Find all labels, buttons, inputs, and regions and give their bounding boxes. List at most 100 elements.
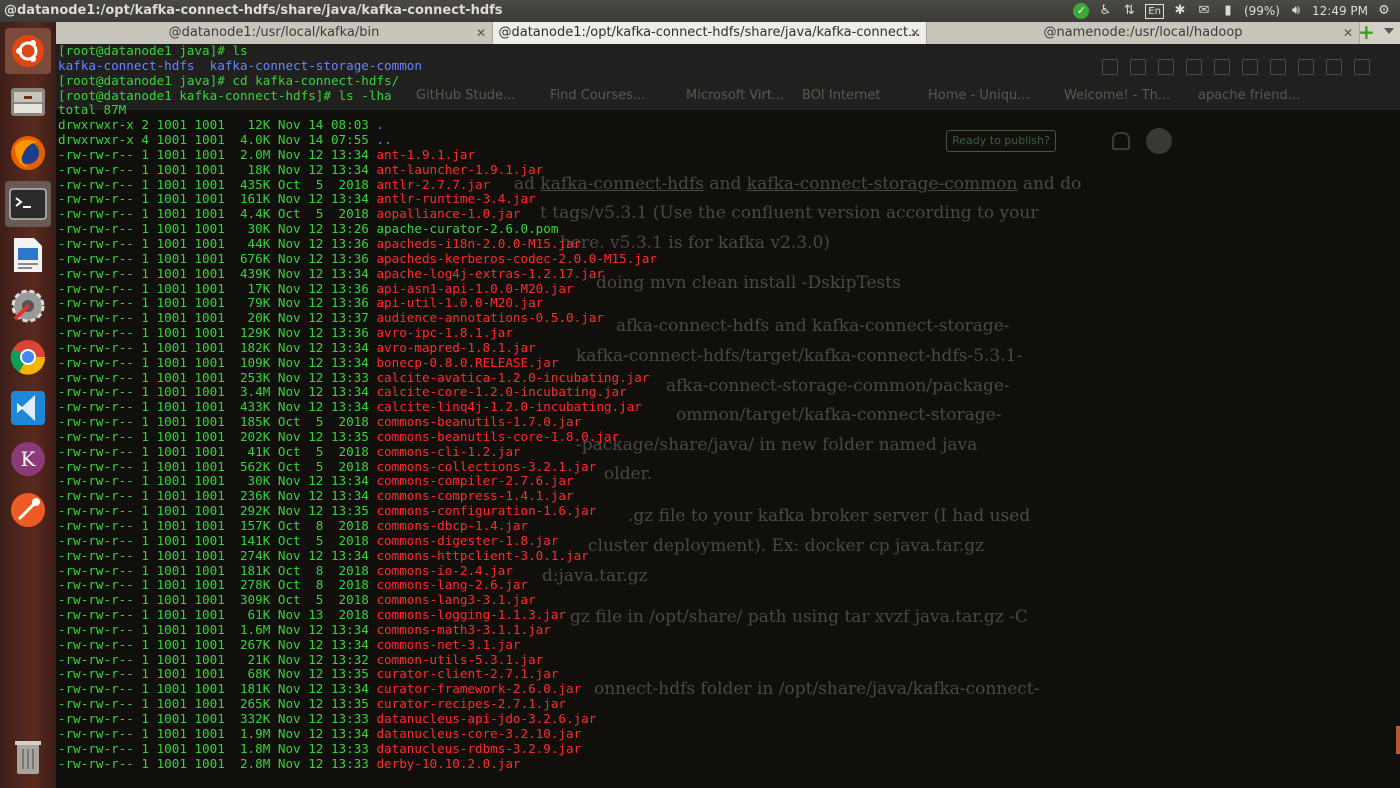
terminal-line: -rw-rw-r-- 1 1001 1001 185K Oct 5 2018 c… [58,414,581,429]
terminal-line: -rw-rw-r-- 1 1001 1001 161K Nov 12 13:34… [58,191,536,207]
file-name: common-utils-5.3.1.jar [376,651,544,667]
file-name: curator-framework-2.6.0.jar [376,681,582,697]
new-tab-button[interactable]: + [1358,22,1376,43]
file-name: commons-httpclient-3.0.1.jar [376,547,589,563]
extension-icon [1354,59,1370,75]
file-metadata: -rw-rw-r-- 1 1001 1001 44K Nov 12 13:36 [58,235,377,251]
terminal-line: -rw-rw-r-- 1 1001 1001 253K Nov 12 13:33… [58,370,649,385]
tab-menu-chevron-down-icon[interactable] [1384,28,1394,34]
terminal-window[interactable]: GitHub Stude... Find Courses... Microsof… [56,44,1400,788]
extension-icon [1326,59,1342,75]
extension-icon [1214,59,1230,75]
bluetooth-icon[interactable]: ✱ [1172,3,1188,19]
file-metadata: -rw-rw-r-- 1 1001 1001 21K Nov 12 13:32 [58,651,377,667]
extension-icon [1130,59,1146,75]
ubuntu-dash-icon[interactable] [5,28,51,74]
article-line: afka-connect-storage-common/package- [666,376,1010,396]
file-name: audience-annotations-0.5.0.jar [376,310,604,326]
extension-icon [1298,59,1314,75]
clock[interactable]: 12:49 PM [1312,4,1368,18]
update-ok-icon[interactable]: ✓ [1073,3,1090,19]
file-metadata: -rw-rw-r-- 1 1001 1001 79K Nov 12 13:36 [58,295,377,311]
terminal-line: -rw-rw-r-- 1 1001 1001 278K Oct 8 2018 c… [58,577,528,592]
file-metadata: -rw-rw-r-- 1 1001 1001 202K Nov 12 13:35 [58,428,377,444]
firefox-icon[interactable] [5,130,51,176]
file-metadata: -rw-rw-r-- 1 1001 1001 161K Nov 12 13:34 [58,191,377,207]
terminal-line: drwxrwxr-x 4 1001 1001 4.0K Nov 14 07:55… [58,132,392,147]
file-metadata: -rw-rw-r-- 1 1001 1001 236K Nov 12 13:34 [58,488,377,504]
keyboard-layout-indicator[interactable]: En [1145,3,1164,19]
file-metadata: -rw-rw-r-- 1 1001 1001 1.9M Nov 12 13:34 [58,725,377,741]
directory-name: kafka-connect-hdfs [58,57,195,73]
shell-prompt: [root@datanode1 java]# [58,72,233,88]
terminal-line: -rw-rw-r-- 1 1001 1001 236K Nov 12 13:34… [58,488,574,503]
close-icon[interactable]: ✕ [910,22,920,44]
file-name: commons-logging-1.1.3.jar [376,607,567,623]
vscode-icon[interactable] [5,385,51,431]
volume-icon[interactable]: 🔊︎ [1288,3,1304,19]
system-tray: ✓ ♿ ⇅ En ✱ ✉ ▮ (99%) 🔊︎ 12:49 PM ⚙ [1073,2,1392,20]
terminal-line: -rw-rw-r-- 1 1001 1001 129K Nov 12 13:36… [58,325,513,340]
file-metadata: -rw-rw-r-- 1 1001 1001 68K Nov 12 13:35 [58,666,377,682]
shell-command: ls [232,44,248,58]
file-name: commons-digester-1.8.jar [376,532,559,548]
terminal-line: -rw-rw-r-- 1 1001 1001 30K Nov 12 13:26 … [58,221,558,236]
terminal-output[interactable]: [root@datanode1 java]# ls kafka-connect-… [58,44,657,771]
terminal-line: -rw-rw-r-- 1 1001 1001 332K Nov 12 13:33… [58,711,596,726]
network-transfer-icon[interactable]: ⇅ [1121,3,1137,19]
terminal-line: total 87M [58,102,126,117]
file-metadata: -rw-rw-r-- 1 1001 1001 435K Oct 5 2018 [58,176,377,192]
file-metadata: -rw-rw-r-- 1 1001 1001 274K Nov 12 13:34 [58,547,377,563]
file-name: antlr-2.7.7.jar [376,176,491,192]
chrome-icon[interactable] [5,334,51,380]
file-metadata: -rw-rw-r-- 1 1001 1001 41K Oct 5 2018 [58,443,377,459]
accessibility-icon[interactable]: ♿ [1097,3,1113,19]
publish-button: Ready to publish? [946,130,1056,152]
terminal-line: -rw-rw-r-- 1 1001 1001 4.4K Oct 5 2018 a… [58,206,521,221]
extension-icon [1186,59,1202,75]
writer-icon[interactable] [5,232,51,278]
kate-icon[interactable]: K [5,436,51,482]
battery-icon[interactable]: ▮ [1220,3,1236,19]
power-gear-icon[interactable]: ⚙ [1376,3,1392,19]
postman-icon[interactable] [5,487,51,533]
terminal-line: -rw-rw-r-- 1 1001 1001 265K Nov 12 13:35… [58,696,566,711]
file-metadata: -rw-rw-r-- 1 1001 1001 439K Nov 12 13:34 [58,265,377,281]
battery-percent[interactable]: (99%) [1244,4,1280,18]
terminal-line: -rw-rw-r-- 1 1001 1001 3.4M Nov 12 13:34… [58,384,627,399]
tab-datanode1-kafka-connect-hdfs[interactable]: @datanode1:/opt/kafka-connect-hdfs/share… [493,22,927,44]
tab-datanode1-kafka-bin[interactable]: @datanode1:/usr/local/kafka/bin ✕ [56,22,493,44]
file-metadata: -rw-rw-r-- 1 1001 1001 1.6M Nov 12 13:34 [58,621,377,637]
shell-command: cd kafka-connect-hdfs/ [232,72,400,88]
file-name: commons-net-3.1.jar [376,636,521,652]
terminal-line: [root@datanode1 kafka-connect-hdfs]# ls … [58,88,392,103]
terminal-line: -rw-rw-r-- 1 1001 1001 41K Oct 5 2018 co… [58,444,521,459]
files-icon[interactable] [5,79,51,125]
close-icon[interactable]: ✕ [1343,22,1353,44]
terminal-icon[interactable] [5,181,51,227]
file-name: ant-1.9.1.jar [376,146,476,162]
close-icon[interactable]: ✕ [476,22,486,44]
terminal-line: -rw-rw-r-- 1 1001 1001 30K Nov 12 13:34 … [58,473,574,489]
file-metadata: -rw-rw-r-- 1 1001 1001 141K Oct 5 2018 [58,532,377,548]
file-name: calcite-core-1.2.0-incubating.jar [376,384,627,400]
file-name: ant-launcher-1.9.1.jar [376,161,544,177]
file-name: datanucleus-rdbms-3.2.9.jar [376,740,582,756]
file-name: commons-lang-2.6.jar [376,577,529,593]
mail-icon[interactable]: ✉ [1196,3,1212,19]
system-settings-icon[interactable] [5,283,51,329]
shell-prompt: [root@datanode1 kafka-connect-hdfs]# [58,87,339,103]
tab-namenode-hadoop[interactable]: @namenode:/usr/local/hadoop ✕ [927,22,1360,44]
file-metadata: -rw-rw-r-- 1 1001 1001 30K Nov 12 13:34 [58,473,377,489]
file-name: curator-recipes-2.7.1.jar [376,696,567,712]
terminal-line: -rw-rw-r-- 1 1001 1001 68K Nov 12 13:35 … [58,666,558,682]
trash-icon[interactable] [5,734,51,780]
file-metadata: -rw-rw-r-- 1 1001 1001 562K Oct 5 2018 [58,458,377,474]
file-name: antlr-runtime-3.4.jar [376,191,536,207]
file-metadata: -rw-rw-r-- 1 1001 1001 253K Nov 12 13:33 [58,369,377,385]
terminal-line: -rw-rw-r-- 1 1001 1001 157K Oct 8 2018 c… [58,518,528,533]
bookmark-item: Microsoft Virt... [686,88,785,103]
file-name: bonecp-0.8.0.RELEASE.jar [376,354,559,370]
file-metadata: -rw-rw-r-- 1 1001 1001 61K Nov 13 2018 [58,607,377,623]
directory-name: .. [376,132,392,148]
